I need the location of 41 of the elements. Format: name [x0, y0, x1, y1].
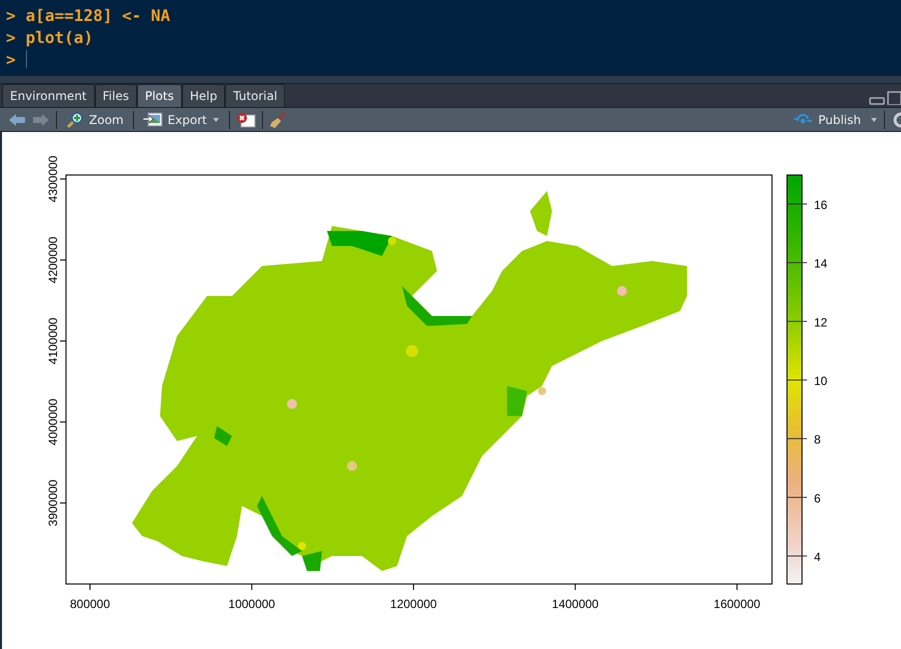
x-tick-label: 1600000 [714, 597, 760, 612]
legend-label: 16 [814, 198, 828, 212]
console-command: plot(a) [26, 28, 94, 46]
y-tick-label: 4300000 [46, 156, 60, 202]
pane-tab[interactable]: Environment [2, 84, 95, 108]
remove-plot-icon[interactable] [236, 112, 256, 128]
y-tick-label: 4200000 [46, 236, 60, 284]
text-cursor [26, 50, 27, 68]
x-tick-label: 1400000 [552, 597, 599, 612]
maximize-icon[interactable] [887, 91, 901, 106]
x-tick-label: 1200000 [390, 597, 437, 612]
y-tick-label: 4100000 [46, 318, 60, 364]
pane-tab[interactable]: Tutorial [225, 84, 286, 108]
y-tick-label: 4000000 [46, 398, 60, 446]
legend-label: 12 [814, 315, 828, 330]
y-tick-label: 3900000 [46, 480, 60, 526]
console-prompt: > [6, 28, 16, 46]
legend-label: 14 [814, 256, 828, 271]
console-prompt: > [6, 6, 16, 24]
legend-label: 4 [814, 550, 821, 564]
minimize-icon[interactable] [869, 95, 885, 106]
broom-icon[interactable] [268, 110, 287, 129]
caret-icon[interactable] [870, 116, 878, 123]
image-export-icon [142, 112, 163, 128]
console-command: a[a==128] <- NA [26, 6, 170, 24]
legend-label: 8 [814, 432, 821, 447]
pane-tab[interactable]: Help [182, 84, 226, 108]
back-arrow-icon[interactable] [8, 112, 26, 127]
x-tick-label: 800000 [70, 597, 110, 612]
export-button[interactable]: Export [140, 112, 223, 128]
x-tick-label: 1000000 [228, 597, 276, 612]
zoom-button[interactable]: Zoom [63, 110, 127, 129]
legend-label: 6 [814, 491, 821, 506]
caret-icon [212, 116, 220, 123]
refresh-icon[interactable] [891, 112, 901, 128]
pane-tab[interactable]: Files [94, 84, 137, 108]
legend-label: 10 [814, 374, 828, 388]
publish-button[interactable]: Publish [790, 112, 864, 127]
pane-tab[interactable]: Plots [136, 84, 182, 108]
magnifier-icon [66, 110, 84, 129]
console-prompt: > [6, 50, 16, 68]
